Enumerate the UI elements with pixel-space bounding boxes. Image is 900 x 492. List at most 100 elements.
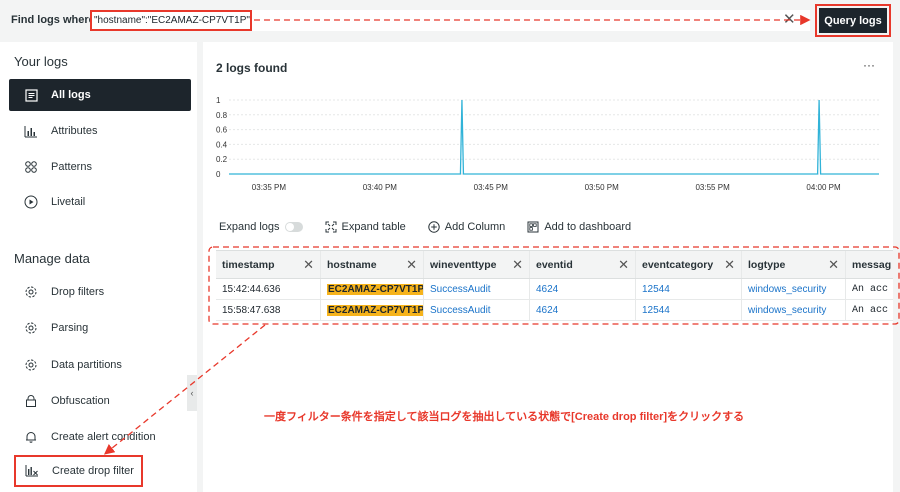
query-button-highlight: Query logs — [815, 4, 891, 37]
query-label: Find logs where — [11, 14, 95, 26]
close-icon[interactable]: ✕ — [783, 10, 796, 28]
cell-hostname: EC2AMAZ-CP7VT1P — [321, 279, 424, 299]
sidebar-item-label: Create alert condition — [51, 431, 156, 443]
bar-chart-icon — [23, 123, 39, 139]
bell-icon — [23, 429, 39, 445]
chart-y-tick-label: 1 — [216, 96, 221, 105]
query-logs-button[interactable]: Query logs — [819, 8, 887, 33]
drop-filter-icon — [24, 463, 40, 479]
sidebar-item-label: Drop filters — [51, 286, 105, 298]
sidebar-item-drop-filters[interactable]: Drop filters — [9, 276, 191, 308]
cell-eventcategory[interactable]: 12544 — [636, 300, 742, 320]
close-icon[interactable]: ✕ — [618, 257, 629, 273]
expand-table-button[interactable]: Expand table — [325, 221, 406, 233]
patterns-icon — [23, 159, 39, 175]
log-count-chart: 1 0.8 0.6 0.4 0.2 0 03:35 PM 03:40 PM 03:45 PM 03… — [216, 96, 879, 192]
cell-eventid[interactable]: 4624 — [530, 300, 636, 320]
chart-y-tick-label: 0.6 — [216, 126, 228, 135]
table-row[interactable]: 15:58:47.638 EC2AMAZ-CP7VT1P SuccessAudi… — [216, 300, 893, 321]
chart-y-tick-label: 0.8 — [216, 111, 228, 120]
close-icon[interactable]: ✕ — [828, 257, 839, 273]
add-to-dashboard-label: Add to dashboard — [544, 221, 632, 233]
table-toolbar: Expand logs Expand table Add Column Add … — [219, 221, 653, 233]
query-input-extension[interactable] — [252, 10, 810, 31]
cell-message: An acc — [852, 304, 889, 316]
expand-icon — [325, 221, 337, 233]
play-icon — [23, 194, 39, 210]
cell-wineventtype[interactable]: SuccessAudit — [424, 300, 530, 320]
sidebar-item-label: All logs — [51, 89, 91, 101]
annotation-note: 一度フィルター条件を指定して該当ログを抽出している状態で[Create drop… — [264, 411, 745, 423]
sidebar: Your logs All logs Attributes Patterns L… — [0, 42, 197, 492]
sidebar-item-label: Create drop filter — [52, 465, 134, 477]
column-header-wineventtype[interactable]: wineventtype ✕ — [424, 251, 530, 278]
add-column-button[interactable]: Add Column — [428, 221, 505, 233]
hostname-highlight: EC2AMAZ-CP7VT1P — [327, 304, 424, 316]
plus-circle-icon — [428, 221, 440, 233]
cell-hostname: EC2AMAZ-CP7VT1P — [321, 300, 424, 320]
column-header-timestamp[interactable]: timestamp ✕ — [216, 251, 321, 278]
dashboard-icon — [527, 221, 539, 233]
close-icon[interactable]: ✕ — [724, 257, 735, 273]
column-header-message[interactable]: messag — [846, 251, 893, 278]
results-panel: 2 logs found ··· 1 0.8 0.6 0.4 0.2 0 03:35 PM 0… — [203, 42, 893, 492]
sidebar-collapse-handle[interactable]: ‹ — [187, 375, 197, 411]
sidebar-item-patterns[interactable]: Patterns — [9, 151, 191, 183]
sidebar-item-label: Obfuscation — [51, 395, 110, 407]
sidebar-item-create-alert-condition[interactable]: Create alert condition — [9, 421, 191, 453]
chart-y-tick-label: 0 — [216, 170, 221, 179]
chart-x-tick-label: 03:45 PM — [474, 183, 509, 192]
logs-table: timestamp ✕ hostname ✕ wineventtype ✕ event… — [216, 250, 893, 321]
chart-x-tick-label: 03:55 PM — [695, 183, 730, 192]
column-header-eventcategory[interactable]: eventcategory ✕ — [636, 251, 742, 278]
expand-logs-toggle[interactable]: Expand logs — [219, 221, 303, 233]
cell-timestamp: 15:58:47.638 — [216, 300, 321, 320]
chart-y-tick-label: 0.2 — [216, 155, 228, 164]
more-options-icon[interactable]: ··· — [863, 58, 875, 72]
gear-icon — [23, 320, 39, 336]
section-title-manage-data: Manage data — [14, 251, 90, 266]
cell-message: An acc — [852, 283, 889, 295]
sidebar-item-data-partitions[interactable]: Data partitions — [9, 349, 191, 381]
page-title: 2 logs found — [216, 61, 288, 75]
table-row[interactable]: 15:42:44.636 EC2AMAZ-CP7VT1P SuccessAudi… — [216, 279, 893, 300]
cell-logtype[interactable]: windows_security — [742, 279, 846, 299]
close-icon[interactable]: ✕ — [303, 257, 314, 273]
query-input[interactable]: "hostname":"EC2AMAZ-CP7VT1P" — [90, 10, 252, 31]
chart-x-tick-label: 03:40 PM — [363, 183, 398, 192]
add-to-dashboard-button[interactable]: Add to dashboard — [527, 221, 631, 233]
sidebar-item-label: Parsing — [51, 322, 89, 334]
table-header-row: timestamp ✕ hostname ✕ wineventtype ✕ event… — [216, 251, 893, 279]
sidebar-item-create-drop-filter[interactable]: Create drop filter — [14, 455, 143, 487]
sidebar-item-obfuscation[interactable]: Obfuscation — [9, 385, 191, 417]
gear-icon — [23, 357, 39, 373]
close-icon[interactable]: ✕ — [512, 257, 523, 273]
chart-y-tick-label: 0.4 — [216, 140, 228, 149]
query-bar: Find logs where "hostname":"EC2AMAZ-CP7V… — [0, 0, 900, 40]
chart-series-line — [229, 99, 879, 175]
chart-x-tick-label: 03:35 PM — [252, 183, 287, 192]
cell-wineventtype[interactable]: SuccessAudit — [424, 279, 530, 299]
cell-eventid[interactable]: 4624 — [530, 279, 636, 299]
sidebar-item-livetail[interactable]: Livetail — [9, 186, 191, 218]
cell-timestamp: 15:42:44.636 — [216, 279, 321, 299]
list-icon — [23, 87, 39, 103]
column-header-logtype[interactable]: logtype ✕ — [742, 251, 846, 278]
gear-icon — [23, 284, 39, 300]
cell-eventcategory[interactable]: 12544 — [636, 279, 742, 299]
column-header-eventid[interactable]: eventid ✕ — [530, 251, 636, 278]
sidebar-item-label: Data partitions — [51, 359, 122, 371]
lock-icon — [23, 393, 39, 409]
cell-logtype[interactable]: windows_security — [742, 300, 846, 320]
chart-x-tick-label: 03:50 PM — [585, 183, 620, 192]
sidebar-item-all-logs[interactable]: All logs — [9, 79, 191, 111]
column-header-hostname[interactable]: hostname ✕ — [321, 251, 424, 278]
chart-x-tick-label: 04:00 PM — [806, 183, 841, 192]
sidebar-item-label: Livetail — [51, 196, 86, 208]
close-icon[interactable]: ✕ — [406, 257, 417, 273]
toggle-switch[interactable] — [284, 222, 303, 232]
expand-logs-label: Expand logs — [219, 221, 280, 233]
sidebar-item-parsing[interactable]: Parsing — [9, 312, 191, 344]
sidebar-item-attributes[interactable]: Attributes — [9, 115, 191, 147]
sidebar-item-label: Patterns — [51, 161, 92, 173]
